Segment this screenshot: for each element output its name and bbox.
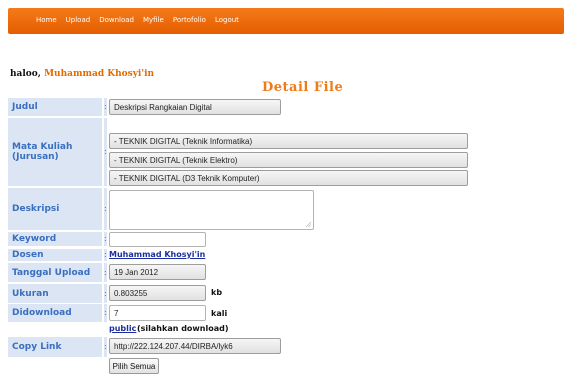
- label-deskripsi: Deskripsi: [8, 188, 102, 230]
- didownload-field[interactable]: 7: [109, 305, 206, 321]
- tanggal-upload-field[interactable]: 19 Jan 2012: [109, 264, 206, 280]
- nav-logout-link[interactable]: Logout: [215, 16, 239, 24]
- label-copy-link: Copy Link: [8, 337, 102, 357]
- colon-text: :: [104, 342, 107, 352]
- colon-text: :: [104, 288, 107, 298]
- colon-text: :: [104, 147, 107, 157]
- colon-tanggal: :: [104, 263, 107, 282]
- label-mata-kuliah-line2: (Jurusan): [12, 152, 59, 162]
- label-dosen-text: Dosen: [12, 250, 44, 260]
- label-mata-kuliah-line1: Mata Kuliah: [12, 142, 73, 152]
- page-title: Detail File: [262, 80, 344, 95]
- didownload-unit: kali: [211, 309, 228, 318]
- greeting-username: Muhammad Khosyi'in: [44, 69, 155, 79]
- judul-field[interactable]: Deskripsi Rangkaian Digital: [109, 99, 281, 115]
- label-keyword-text: Keyword: [12, 234, 57, 244]
- nav-links: Home Upload Download Myfile Portofolio L…: [36, 16, 248, 24]
- top-nav-bar: Home Upload Download Myfile Portofolio L…: [8, 8, 564, 34]
- ukuran-unit: kb: [211, 288, 223, 297]
- status-note: (silahkan download): [137, 324, 229, 333]
- label-copy-link-text: Copy Link: [12, 342, 62, 352]
- colon-text: :: [104, 308, 107, 318]
- copy-link-field[interactable]: http://222.124.207.44/DIRBA/lyk6: [109, 338, 281, 354]
- label-didownload: Didownload: [8, 304, 102, 322]
- label-ukuran: Ukuran: [8, 284, 102, 303]
- public-link[interactable]: public: [109, 324, 136, 333]
- colon-text: :: [104, 267, 107, 277]
- label-judul-text: Judul: [12, 102, 38, 112]
- colon-text: :: [104, 234, 107, 244]
- colon-dosen: :: [104, 249, 107, 261]
- label-deskripsi-text: Deskripsi: [12, 204, 60, 214]
- greeting-prefix: haloo,: [10, 69, 45, 79]
- label-mata-kuliah: Mata Kuliah (Jurusan): [8, 118, 102, 186]
- dosen-link[interactable]: Muhammad Khosyi'in: [109, 250, 205, 259]
- label-ukuran-text: Ukuran: [12, 288, 49, 299]
- mata-kuliah-field-2[interactable]: - TEKNIK DIGITAL (Teknik Elektro): [109, 152, 468, 168]
- colon-text: :: [104, 102, 107, 112]
- colon-copy-link: :: [104, 337, 107, 357]
- colon-didownload: :: [104, 304, 107, 322]
- nav-download-link[interactable]: Download: [99, 16, 134, 24]
- nav-portofolio-link[interactable]: Portofolio: [173, 16, 206, 24]
- colon-text: :: [104, 250, 107, 260]
- label-didownload-text: Didownload: [12, 308, 72, 318]
- colon-keyword: :: [104, 232, 107, 246]
- nav-upload-link[interactable]: Upload: [66, 16, 91, 24]
- keyword-field[interactable]: [109, 232, 206, 247]
- nav-myfile-link[interactable]: Myfile: [143, 16, 164, 24]
- greeting: haloo, Muhammad Khosyi'in: [10, 69, 154, 79]
- ukuran-field[interactable]: 0.803255: [109, 285, 206, 301]
- resize-grip-icon[interactable]: [305, 221, 311, 227]
- mata-kuliah-field-3[interactable]: - TEKNIK DIGITAL (D3 Teknik Komputer): [109, 170, 468, 186]
- colon-ukuran: :: [104, 284, 107, 303]
- colon-deskripsi: :: [104, 188, 107, 230]
- label-keyword: Keyword: [8, 232, 102, 246]
- label-tanggal-upload: Tanggal Upload: [8, 263, 102, 282]
- mata-kuliah-field-1[interactable]: - TEKNIK DIGITAL (Teknik Informatika): [109, 133, 468, 149]
- colon-text: :: [104, 204, 107, 214]
- deskripsi-textarea[interactable]: [109, 190, 314, 230]
- label-judul: Judul: [8, 98, 102, 116]
- colon-judul: :: [104, 98, 107, 116]
- colon-mata-kuliah: :: [104, 118, 107, 186]
- select-all-button[interactable]: Pilih Semua: [109, 358, 159, 374]
- label-dosen: Dosen: [8, 249, 102, 261]
- nav-home-link[interactable]: Home: [36, 16, 57, 24]
- label-tanggal-text: Tanggal Upload: [12, 267, 91, 278]
